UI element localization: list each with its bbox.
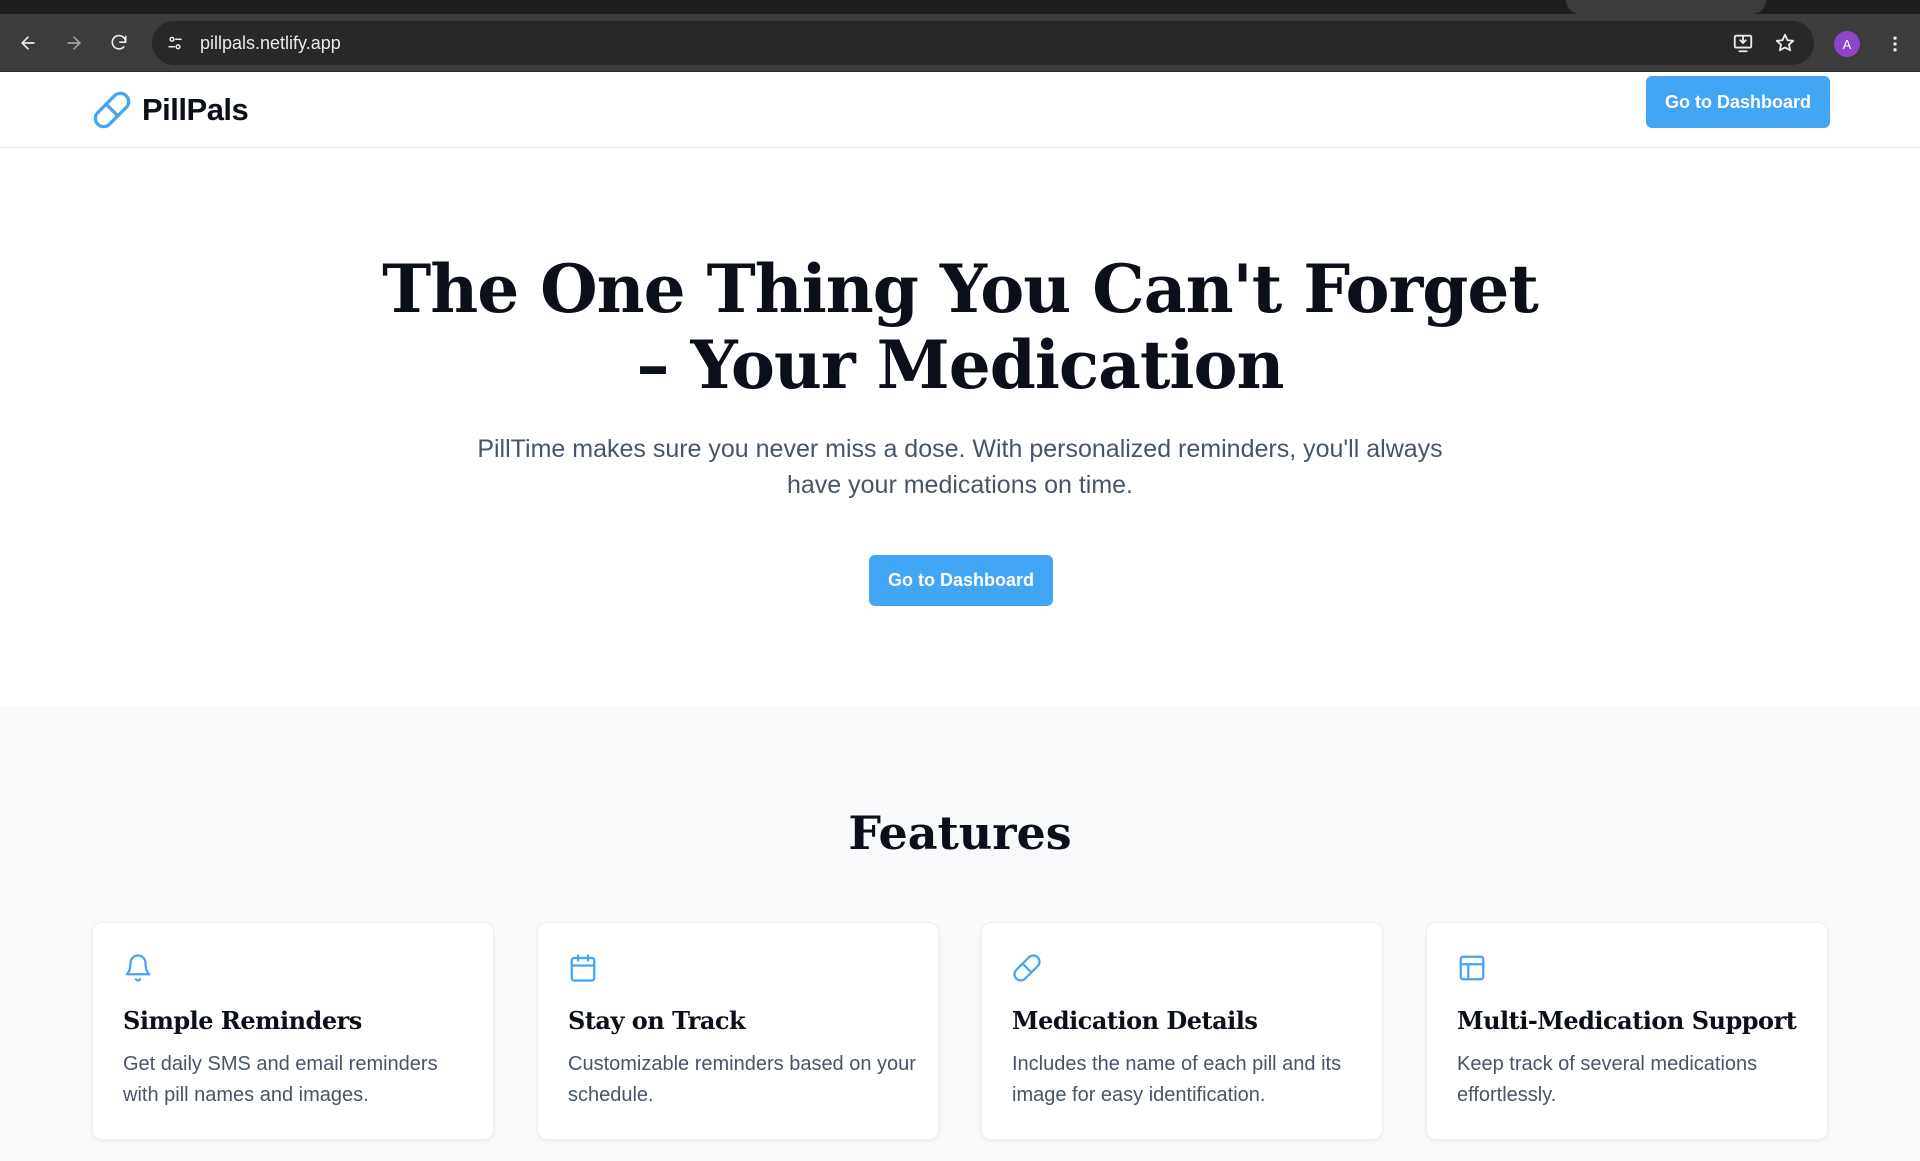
feature-card-text: Get daily SMS and email reminders with p… [123, 1053, 438, 1106]
browser-menu-button[interactable] [1880, 29, 1910, 59]
back-button[interactable] [12, 27, 44, 59]
feature-card-title: Medication Details [1012, 1006, 1258, 1035]
pill-icon [93, 91, 131, 129]
hero-dashboard-button[interactable]: Go to Dashboard [869, 555, 1053, 606]
site-info-button[interactable] [160, 28, 190, 58]
header-dashboard-button[interactable]: Go to Dashboard [1646, 76, 1830, 128]
reload-icon [111, 34, 127, 50]
star-icon [1775, 33, 1795, 52]
profile-avatar[interactable]: A [1834, 31, 1860, 57]
feature-card-text: Includes the name of each pill and its i… [1012, 1053, 1342, 1106]
feature-card-simple-reminders: Simple Reminders Get daily SMS and email… [92, 922, 494, 1140]
hero-subtitle: PillTime makes sure you never miss a dos… [477, 435, 1443, 499]
site-header: PillPals Go to Dashboard [0, 72, 1920, 148]
more-vertical-icon [1893, 36, 1897, 52]
forward-button[interactable] [58, 27, 90, 59]
browser-tab-edge-right [1766, 0, 1920, 14]
install-app-button[interactable] [1730, 30, 1756, 56]
hero-title: The One Thing You Can't Forget – Your Me… [382, 250, 1539, 404]
feature-card-stay-on-track: Stay on Track Customizable reminders bas… [537, 922, 939, 1140]
feature-card-multi-medication: Multi-Medication Support Keep track of s… [1426, 922, 1828, 1140]
feature-card-title: Simple Reminders [123, 1006, 362, 1035]
features-section: Features Simple Reminders Get daily SMS … [0, 707, 1920, 1161]
features-title: Features [848, 806, 1072, 860]
bell-icon [125, 954, 151, 982]
arrow-right-icon [67, 36, 81, 50]
feature-card-text: Customizable reminders based on your sch… [568, 1053, 916, 1106]
feature-card-title: Multi-Medication Support [1457, 1006, 1797, 1035]
feature-card-medication-details: Medication Details Includes the name of … [981, 922, 1383, 1140]
hero-section: The One Thing You Can't Forget – Your Me… [0, 149, 1920, 707]
browser-tab-edge [1566, 0, 1766, 14]
arrow-left-icon [21, 36, 35, 50]
install-app-icon [1733, 34, 1753, 53]
browser-tab-strip [0, 0, 1920, 14]
brand-logo-link[interactable]: PillPals [92, 82, 249, 138]
calendar-icon [570, 954, 596, 982]
url-text[interactable]: pillpals.netlify.app [200, 21, 341, 65]
reload-button[interactable] [103, 27, 135, 59]
address-bar[interactable]: pillpals.netlify.app [152, 21, 1814, 65]
browser-toolbar: pillpals.netlify.app A [0, 14, 1920, 72]
layout-icon [1459, 955, 1485, 981]
feature-card-title: Stay on Track [568, 1006, 746, 1035]
bookmark-button[interactable] [1772, 30, 1798, 56]
feature-card-text: Keep track of several medications effort… [1457, 1053, 1758, 1106]
brand-name: PillPals [142, 92, 249, 127]
tune-icon [168, 36, 182, 50]
pill-icon [1013, 954, 1041, 982]
